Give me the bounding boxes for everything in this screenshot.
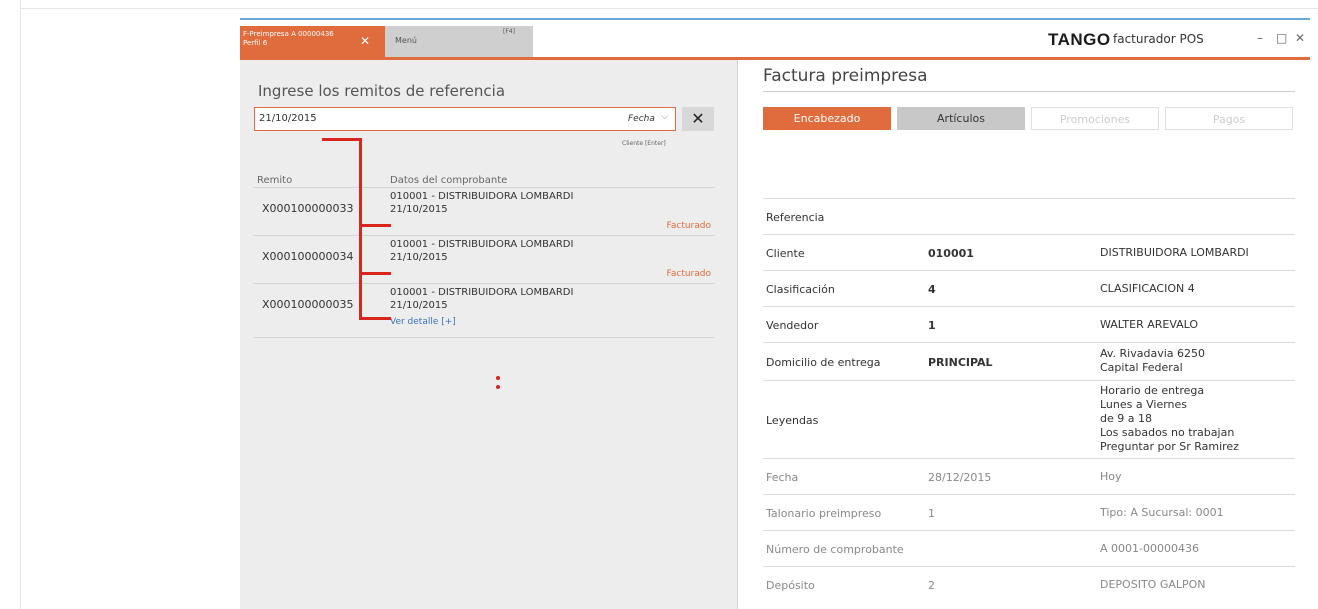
- detail-value: 4: [928, 283, 936, 296]
- detail-label: Referencia: [766, 211, 825, 224]
- detail-label: Talonario preimpreso: [766, 507, 882, 520]
- tab-articulos[interactable]: Artículos: [897, 107, 1025, 130]
- detail-description: Capital Federal: [1100, 361, 1183, 374]
- remito-date: 21/10/2015: [390, 204, 448, 215]
- search-value: 21/10/2015: [259, 113, 317, 124]
- detail-description: Av. Rivadavia 6250: [1100, 347, 1205, 360]
- maximize-icon[interactable]: □: [1276, 31, 1287, 45]
- page-title: Factura preimpresa: [763, 66, 928, 86]
- detail-description: WALTER AREVALO: [1100, 318, 1199, 331]
- client-name: 010001 - DISTRIBUIDORA LOMBARDI: [390, 191, 574, 202]
- list-end-divider: [254, 337, 714, 338]
- tab-menu[interactable]: Menú [F4]: [385, 26, 533, 59]
- brand-logo: TANGO: [1048, 30, 1111, 49]
- title-bar: F-Preimpresa A 00000436 Perfil 6 ✕ Menú …: [240, 18, 1310, 59]
- tab-menu-label: Menú: [395, 36, 417, 45]
- detail-label: Cliente: [766, 247, 805, 260]
- filter-select[interactable]: Fecha: [628, 114, 655, 124]
- legend-line: de 9 a 18: [1100, 412, 1152, 425]
- legend-line: Preguntar por Sr Ramirez: [1100, 440, 1239, 453]
- detail-label: Clasificación: [766, 283, 835, 296]
- detail-label: Depósito: [766, 579, 815, 592]
- product-name: facturador POS: [1113, 32, 1204, 46]
- annotation-line: [359, 272, 391, 275]
- detail-label: Leyendas: [766, 414, 819, 427]
- remito-date: 21/10/2015: [390, 252, 448, 263]
- annotation-line: [322, 138, 362, 141]
- detail-label: Fecha: [766, 471, 799, 484]
- annotation-line: [359, 224, 391, 227]
- status-badge: Facturado: [666, 221, 711, 231]
- close-tab-icon[interactable]: ✕: [360, 34, 370, 48]
- detail-description: CLASIFICACION 4: [1100, 282, 1195, 295]
- clear-button[interactable]: ✕: [682, 107, 714, 131]
- detail-description: A 0001-00000436: [1100, 542, 1199, 555]
- detail-description: Tipo: A Sucursal: 0001: [1100, 506, 1224, 519]
- minimize-icon[interactable]: –: [1257, 31, 1263, 45]
- detail-row-domicilio[interactable]: Domicilio de entrega PRINCIPAL Av. Rivad…: [763, 342, 1295, 381]
- remito-number: X000100000033: [262, 202, 354, 215]
- tab-subtitle: Perfil 6: [243, 39, 268, 47]
- detail-description: DISTRIBUIDORA LOMBARDI: [1100, 246, 1249, 259]
- annotation-line: [359, 317, 391, 320]
- legend-line: Horario de entrega: [1100, 384, 1205, 397]
- detail-description: DEPOSITO GALPON: [1100, 578, 1206, 591]
- detail-row-vendedor[interactable]: Vendedor 1 WALTER AREVALO: [763, 306, 1295, 343]
- page-border-top: [20, 8, 1318, 9]
- search-input[interactable]: 21/10/2015 Fecha ⌵: [254, 107, 676, 131]
- legend-line: Los sabados no trabajan: [1100, 426, 1235, 439]
- remito-number: X000100000034: [262, 250, 354, 263]
- column-header-remito: Remito: [257, 175, 293, 186]
- remito-number: X000100000035: [262, 298, 354, 311]
- legend-line: Lunes a Viernes: [1100, 398, 1188, 411]
- detail-row-talonario: Talonario preimpreso 1 Tipo: A Sucursal:…: [763, 494, 1295, 531]
- tab-title: F-Preimpresa A 00000436: [243, 30, 334, 38]
- table-row[interactable]: X000100000033 010001 - DISTRIBUIDORA LOM…: [254, 187, 714, 236]
- detail-row-deposito: Depósito 2 DEPOSITO GALPON: [763, 566, 1295, 603]
- detail-row-cliente[interactable]: Cliente 010001 DISTRIBUIDORA LOMBARDI: [763, 234, 1295, 271]
- detail-value: 1: [928, 507, 935, 520]
- detail-value: 2: [928, 579, 935, 592]
- detail-row-fecha: Fecha 28/12/2015 Hoy: [763, 458, 1295, 495]
- panel-divider: [737, 60, 738, 609]
- detail-row-numero: Número de comprobante A 0001-00000436: [763, 530, 1295, 567]
- tab-promociones: Promociones: [1031, 107, 1159, 130]
- client-name: 010001 - DISTRIBUIDORA LOMBARDI: [390, 287, 574, 298]
- detail-label: Vendedor: [766, 319, 819, 332]
- detail-label: Domicilio de entrega: [766, 356, 881, 369]
- tab-pagos: Pagos: [1165, 107, 1293, 130]
- tab-menu-shortcut: [F4]: [503, 28, 515, 35]
- remitos-panel: Ingrese los remitos de referencia 21/10/…: [240, 60, 737, 609]
- detail-description: Hoy: [1100, 470, 1122, 483]
- view-detail-link[interactable]: Ver detalle [+]: [390, 317, 456, 327]
- tab-encabezado[interactable]: Encabezado: [763, 107, 891, 130]
- table-row[interactable]: X000100000035 010001 - DISTRIBUIDORA LOM…: [254, 283, 714, 332]
- table-row[interactable]: X000100000034 010001 - DISTRIBUIDORA LOM…: [254, 235, 714, 284]
- detail-row-leyendas[interactable]: Leyendas Horario de entrega Lunes a Vier…: [763, 380, 1295, 459]
- remito-date: 21/10/2015: [390, 300, 448, 311]
- detail-value: 010001: [928, 247, 974, 260]
- page-border: [20, 0, 21, 609]
- search-hint: Cliente [Enter]: [622, 140, 666, 147]
- ellipsis-icon: [496, 376, 500, 394]
- client-name: 010001 - DISTRIBUIDORA LOMBARDI: [390, 239, 574, 250]
- annotation-line: [359, 138, 362, 319]
- app-window: F-Preimpresa A 00000436 Perfil 6 ✕ Menú …: [240, 18, 1310, 609]
- detail-value: 28/12/2015: [928, 471, 992, 484]
- column-header-datos: Datos del comprobante: [390, 175, 508, 186]
- detail-label: Número de comprobante: [766, 543, 904, 556]
- status-badge: Facturado: [666, 269, 711, 279]
- tab-factura-preimpresa[interactable]: F-Preimpresa A 00000436 Perfil 6 ✕: [240, 26, 385, 59]
- close-window-icon[interactable]: ✕: [1295, 31, 1305, 45]
- detail-row-clasificacion[interactable]: Clasificación 4 CLASIFICACION 4: [763, 270, 1295, 307]
- detail-value: 1: [928, 319, 936, 332]
- detail-value: PRINCIPAL: [928, 356, 993, 369]
- title-underline: [763, 91, 1295, 92]
- detail-row-referencia: Referencia: [763, 198, 1295, 235]
- chevron-down-icon[interactable]: ⌵: [661, 111, 669, 122]
- panel-title: Ingrese los remitos de referencia: [258, 82, 506, 100]
